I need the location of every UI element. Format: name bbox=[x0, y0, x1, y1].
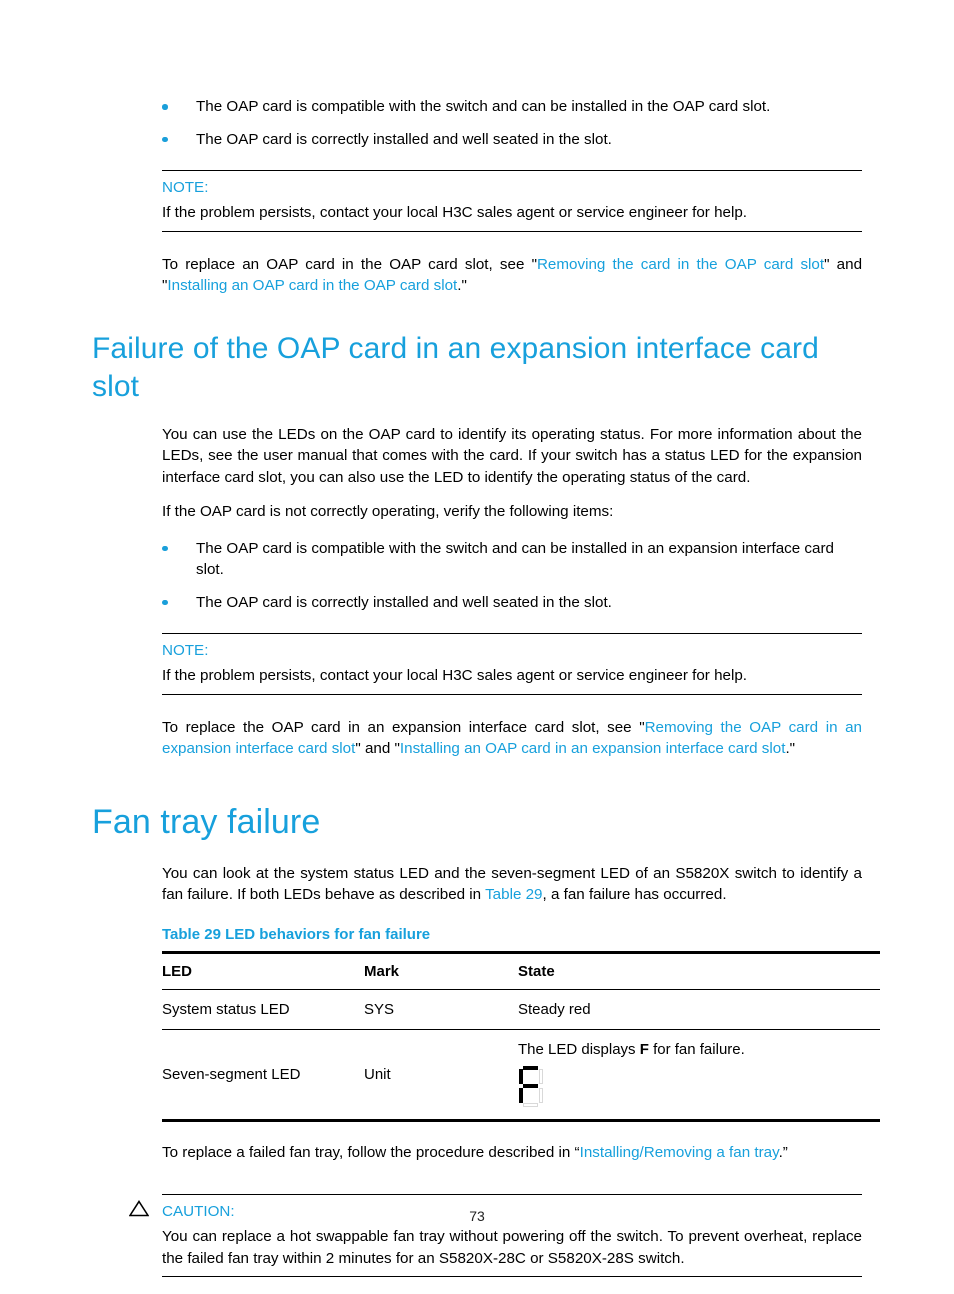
note-text: If the problem persists, contact your lo… bbox=[162, 667, 748, 684]
page-number: 73 bbox=[469, 1208, 485, 1224]
list-item-text: The OAP card is correctly installed and … bbox=[196, 593, 612, 611]
caution-text: You can replace a hot swappable fan tray… bbox=[162, 1228, 862, 1267]
list-item-text: The OAP card is compatible with the swit… bbox=[196, 539, 834, 579]
table-caption: Table 29 LED behaviors for fan failure bbox=[162, 925, 431, 943]
top-checklist: The OAP card is compatible with the swit… bbox=[0, 96, 954, 150]
bullet-icon bbox=[162, 545, 168, 551]
table-row: Seven-segment LED Unit The LED displays … bbox=[162, 1029, 880, 1122]
link-table-29[interactable]: Table 29 bbox=[485, 886, 542, 903]
bullet-icon bbox=[162, 136, 168, 142]
replace-oap-paragraph: To replace an OAP card in the OAP card s… bbox=[0, 254, 954, 297]
caution-rule-bottom bbox=[162, 1276, 862, 1277]
list-item: The OAP card is correctly installed and … bbox=[0, 129, 954, 151]
link-installing-removing-fan-tray[interactable]: Installing/Removing a fan tray bbox=[580, 1144, 779, 1161]
paragraph-tail: ." bbox=[785, 740, 796, 757]
note-block: NOTE: If the problem persists, contact y… bbox=[0, 633, 954, 695]
paragraph-lead: To replace an OAP card in the OAP card s… bbox=[162, 255, 537, 273]
note-block: NOTE: If the problem persists, contact y… bbox=[0, 170, 954, 232]
segment-c-icon bbox=[539, 1087, 544, 1103]
link-installing-oap-expansion-slot[interactable]: Installing an OAP card in an expansion i… bbox=[400, 740, 786, 757]
cell-state: Steady red bbox=[518, 989, 880, 1030]
segment-g-icon bbox=[523, 1084, 538, 1089]
replace-expansion-paragraph: To replace the OAP card in an expansion … bbox=[0, 717, 954, 760]
list-item-text: The OAP card is correctly installed and … bbox=[196, 130, 612, 148]
cell-state: The LED displays F for fan failure. bbox=[518, 1029, 880, 1122]
expansion-paragraph-one: You can use the LEDs on the OAP card to … bbox=[162, 425, 862, 486]
paragraph-tail: , a fan failure has occurred. bbox=[542, 886, 727, 903]
state-prefix: The LED displays bbox=[518, 1040, 640, 1058]
column-header-led: LED bbox=[162, 950, 364, 990]
paragraph-tail: ." bbox=[457, 277, 467, 294]
segment-a-icon bbox=[523, 1065, 538, 1070]
segment-f-icon bbox=[518, 1069, 523, 1084]
column-header-mark: Mark bbox=[364, 950, 518, 990]
expansion-paragraph-two: If the OAP card is not correctly operati… bbox=[162, 503, 614, 520]
expansion-checklist: The OAP card is compatible with the swit… bbox=[0, 538, 954, 614]
led-behaviors-table: LED Mark State System status LED SYS Ste… bbox=[162, 950, 880, 1122]
segment-b-icon bbox=[539, 1069, 544, 1084]
replace-fan-tray-paragraph: To replace a failed fan tray, follow the… bbox=[0, 1142, 954, 1164]
column-header-state: State bbox=[518, 950, 880, 990]
state-character: F bbox=[639, 1040, 649, 1058]
state-description: The LED displays F for fan failure. bbox=[518, 1039, 874, 1060]
note-rule-bottom bbox=[162, 230, 862, 232]
note-label: NOTE: bbox=[162, 642, 209, 659]
segment-d-icon bbox=[523, 1102, 538, 1107]
fan-intro-paragraph: You can look at the system status LED an… bbox=[0, 863, 954, 906]
cell-mark: Unit bbox=[364, 1029, 518, 1122]
segment-e-icon bbox=[518, 1087, 523, 1103]
list-item: The OAP card is compatible with the swit… bbox=[0, 96, 954, 118]
seven-segment-display-icon bbox=[518, 1065, 544, 1108]
state-suffix: for fan failure. bbox=[648, 1040, 745, 1058]
table-header-row: LED Mark State bbox=[162, 950, 880, 990]
bullet-icon bbox=[162, 599, 168, 605]
page-content: The OAP card is compatible with the swit… bbox=[0, 0, 954, 1277]
section-heading-fan-tray: Fan tray failure bbox=[92, 802, 321, 841]
link-removing-card-oap-slot[interactable]: Removing the card in the OAP card slot bbox=[537, 256, 824, 273]
list-item: The OAP card is compatible with the swit… bbox=[0, 538, 954, 581]
paragraph-tail: .” bbox=[778, 1143, 788, 1161]
link-installing-card-oap-slot[interactable]: Installing an OAP card in the OAP card s… bbox=[167, 277, 457, 294]
list-item-text: The OAP card is compatible with the swit… bbox=[196, 98, 771, 115]
paragraph-mid: " and " bbox=[355, 740, 400, 757]
cell-led: System status LED bbox=[162, 989, 364, 1030]
bullet-icon bbox=[162, 104, 168, 110]
section-heading-expansion: Failure of the OAP card in an expansion … bbox=[92, 331, 819, 403]
cell-led: Seven-segment LED bbox=[162, 1029, 364, 1122]
note-label: NOTE: bbox=[162, 179, 209, 196]
note-text: If the problem persists, contact your lo… bbox=[162, 204, 748, 221]
paragraph-lead: To replace a failed fan tray, follow the… bbox=[162, 1143, 580, 1161]
paragraph-lead: To replace the OAP card in an expansion … bbox=[162, 718, 645, 736]
caution-block: CAUTION: You can replace a hot swappable… bbox=[0, 1194, 954, 1277]
table-row: System status LED SYS Steady red bbox=[162, 989, 880, 1030]
document-page: The OAP card is compatible with the swit… bbox=[0, 0, 954, 1294]
note-rule-bottom bbox=[162, 693, 862, 695]
list-item: The OAP card is correctly installed and … bbox=[0, 592, 954, 614]
cell-mark: SYS bbox=[364, 989, 518, 1030]
